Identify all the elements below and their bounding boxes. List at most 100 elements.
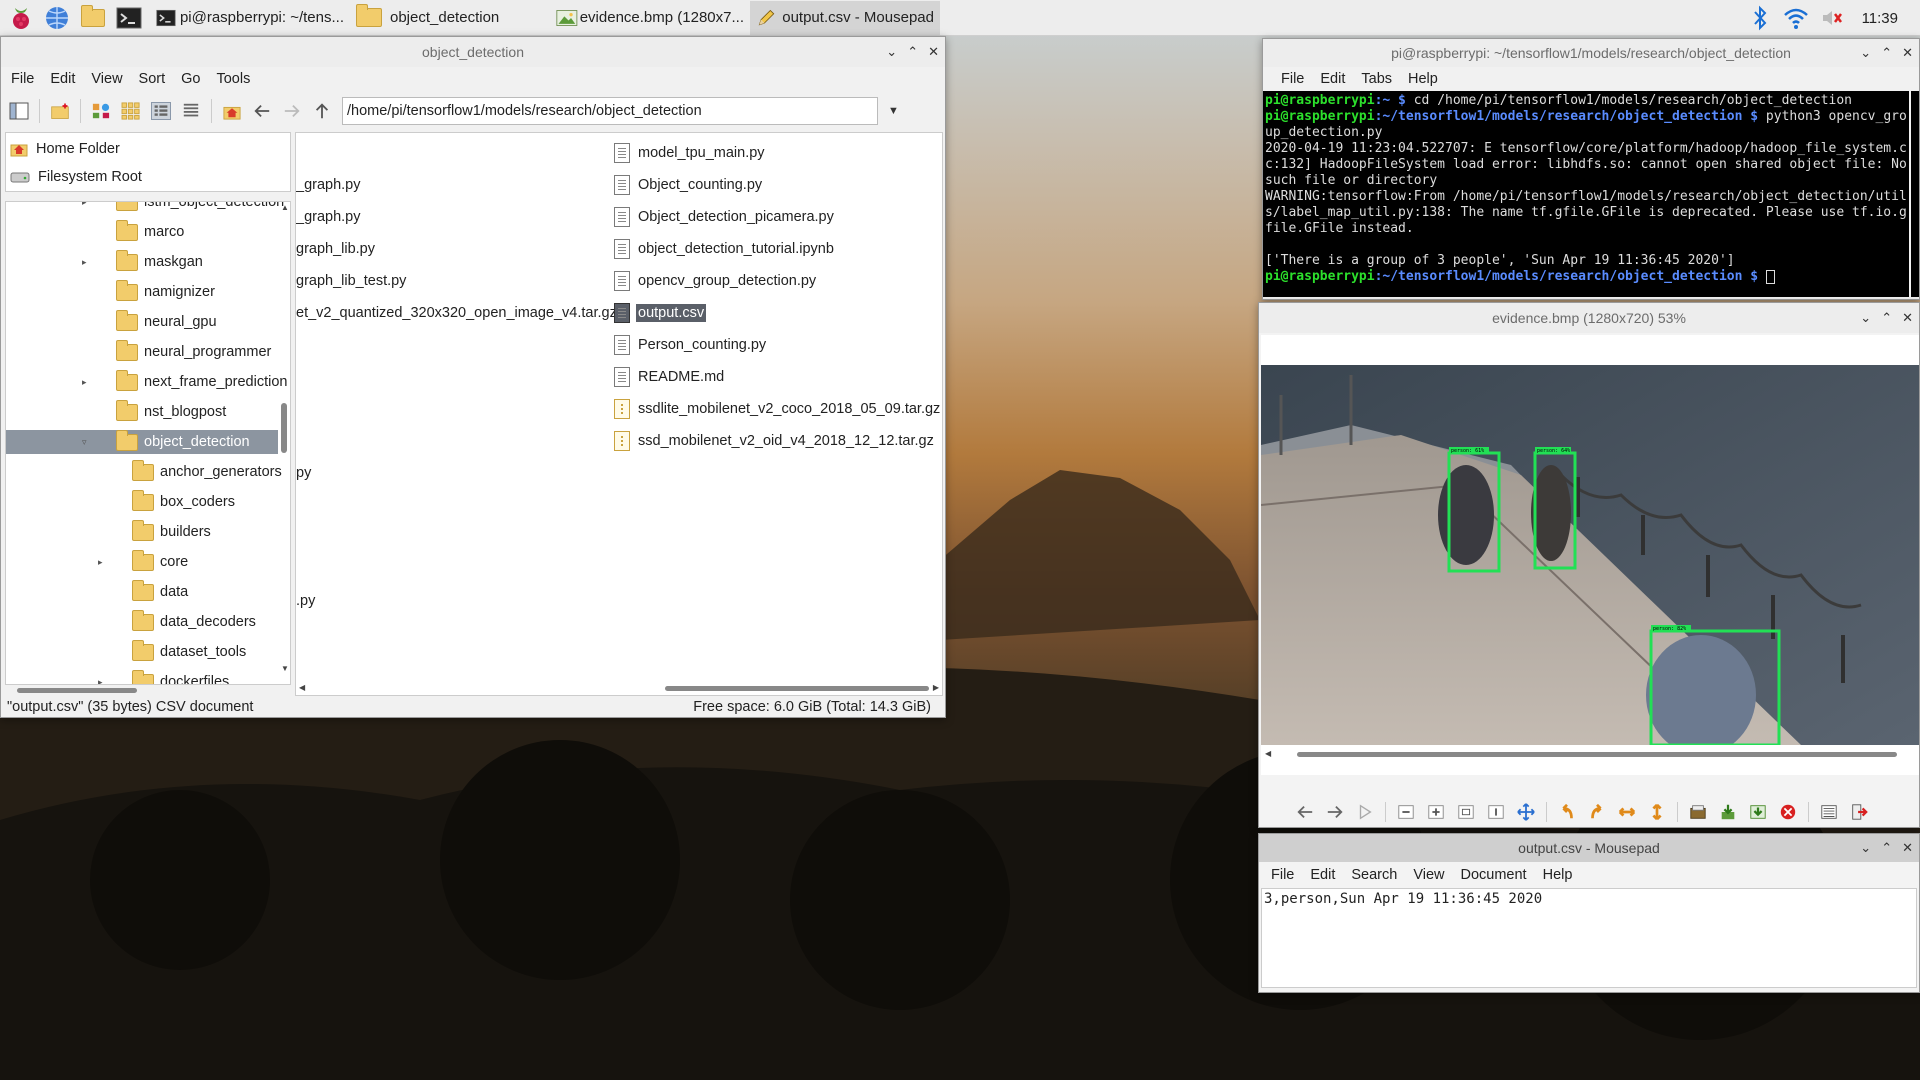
chevron-right-icon[interactable]: ▸ [82, 257, 87, 268]
menu-edit[interactable]: Edit [1312, 71, 1353, 87]
tree-item[interactable]: ▸ maskgan [6, 249, 278, 274]
menu-view[interactable]: View [1405, 867, 1452, 883]
close-icon[interactable]: ✕ [928, 44, 939, 60]
minimize-icon[interactable]: ⌄ [1860, 310, 1871, 326]
image-viewer-titlebar[interactable]: evidence.bmp (1280x720) 53% ⌄ ⌃ ✕ [1259, 303, 1919, 333]
tree-item[interactable]: ▿ object_detection [6, 429, 278, 454]
tree-item[interactable]: marco [6, 219, 278, 244]
file-item[interactable]: README.md [614, 365, 726, 389]
tree-hscrollbar[interactable] [7, 685, 279, 695]
file-item[interactable]: et_v2_quantized_320x320_open_image_v4.ta… [296, 301, 617, 325]
original-size-icon[interactable] [1486, 803, 1506, 821]
tree-item[interactable]: ▸ core [6, 549, 278, 574]
menu-tabs[interactable]: Tabs [1353, 71, 1400, 87]
chevron-right-icon[interactable]: ▸ [82, 377, 87, 388]
tree-item[interactable]: ▸ next_frame_prediction [6, 369, 287, 394]
rotate-left-icon[interactable] [1557, 803, 1577, 821]
minimize-icon[interactable]: ⌄ [1860, 840, 1871, 856]
tree-item[interactable]: namignizer [6, 279, 278, 304]
flip-vertical-icon[interactable] [1647, 803, 1667, 821]
home-icon[interactable] [222, 102, 242, 120]
task-terminal[interactable]: pi@raspberrypi: ~/tens... [150, 1, 350, 35]
chevron-down-icon[interactable]: ▿ [82, 437, 87, 448]
file-item[interactable]: Object_counting.py [614, 173, 764, 197]
text-editor[interactable]: 3,person,Sun Apr 19 11:36:45 2020 [1261, 888, 1917, 988]
exit-icon[interactable] [1849, 803, 1869, 821]
volume-muted-icon[interactable] [1820, 6, 1844, 30]
next-arrow-icon[interactable] [1325, 803, 1345, 821]
files-hscrollbar[interactable]: ◀ ▶ [299, 683, 939, 693]
chevron-right-icon[interactable]: ▸ [98, 557, 103, 568]
place-home-folder[interactable]: Home Folder [6, 135, 290, 163]
previous-arrow-icon[interactable] [1295, 803, 1315, 821]
menu-file[interactable]: File [1273, 71, 1312, 87]
fullscreen-icon[interactable] [1516, 803, 1536, 821]
terminal-output[interactable]: pi@raspberrypi:~ $ cd /home/pi/tensorflo… [1263, 91, 1909, 297]
terminal-launcher-icon[interactable] [114, 4, 144, 32]
file-item[interactable]: Person_counting.py [614, 333, 768, 357]
image-hscrollbar[interactable]: ◀ [1265, 749, 1915, 759]
up-arrow-icon[interactable] [312, 102, 332, 120]
tree-item[interactable]: box_coders [6, 489, 278, 514]
maximize-icon[interactable]: ⌃ [907, 44, 918, 60]
sidepane-toggle-icon[interactable] [9, 102, 29, 120]
file-item[interactable]: graph_lib_test.py [296, 269, 406, 293]
tree-item[interactable]: ▸ lstm_object_detection [6, 202, 284, 214]
file-item[interactable]: output.csv [614, 301, 707, 325]
maximize-icon[interactable]: ⌃ [1881, 840, 1892, 856]
save-file-icon[interactable] [1718, 803, 1738, 821]
tree-item[interactable]: nst_blogpost [6, 399, 278, 424]
menu-go[interactable]: Go [173, 71, 208, 87]
thumbnail-view-icon[interactable] [121, 102, 141, 120]
terminal-scrollbar[interactable] [1911, 91, 1919, 297]
file-item[interactable]: .py [296, 589, 315, 613]
file-item[interactable]: model_tpu_main.py [614, 141, 767, 165]
open-file-icon[interactable] [1688, 803, 1708, 821]
forward-arrow-icon[interactable] [282, 102, 302, 120]
fit-window-icon[interactable] [1456, 803, 1476, 821]
play-icon[interactable] [1355, 803, 1375, 821]
menu-help[interactable]: Help [1535, 867, 1581, 883]
bluetooth-icon[interactable] [1750, 5, 1770, 31]
maximize-icon[interactable]: ⌃ [1881, 310, 1892, 326]
file-item[interactable]: ssdlite_mobilenet_v2_coco_2018_05_09.tar… [614, 397, 942, 421]
tree-scroll-thumb[interactable] [281, 403, 287, 453]
back-arrow-icon[interactable] [252, 102, 272, 120]
menu-edit[interactable]: Edit [1302, 867, 1343, 883]
minimize-icon[interactable]: ⌄ [1860, 45, 1871, 61]
menu-file[interactable]: File [1263, 867, 1302, 883]
file-item[interactable]: _graph.py [296, 173, 361, 197]
tree-item[interactable]: data [6, 579, 278, 604]
close-icon[interactable]: ✕ [1902, 45, 1913, 61]
task-file-manager[interactable]: object_detection [350, 1, 550, 35]
rotate-right-icon[interactable] [1587, 803, 1607, 821]
close-icon[interactable]: ✕ [1902, 840, 1913, 856]
chevron-right-icon[interactable]: ▸ [98, 677, 103, 685]
file-item[interactable]: _graph.py [296, 205, 361, 229]
files-scroll-thumb[interactable] [665, 686, 929, 691]
close-icon[interactable]: ✕ [1902, 310, 1913, 326]
maximize-icon[interactable]: ⌃ [1881, 45, 1892, 61]
path-dropdown-icon[interactable]: ▼ [888, 105, 899, 117]
path-input[interactable]: /home/pi/tensorflow1/models/research/obj… [347, 103, 702, 119]
task-mousepad[interactable]: output.csv - Mousepad [750, 0, 940, 35]
menu-view[interactable]: View [83, 71, 130, 87]
menu-help[interactable]: Help [1400, 71, 1446, 87]
tree-item[interactable]: neural_gpu [6, 309, 278, 334]
file-item[interactable]: opencv_group_detection.py [614, 269, 818, 293]
save-as-icon[interactable] [1748, 803, 1768, 821]
tree-item[interactable]: neural_programmer [6, 339, 278, 364]
mousepad-titlebar[interactable]: output.csv - Mousepad ⌄ ⌃ ✕ [1259, 834, 1919, 862]
file-manager-launcher-icon[interactable] [78, 4, 108, 32]
zoom-in-icon[interactable] [1426, 803, 1446, 821]
list-view-icon[interactable] [181, 102, 201, 120]
menu-tools[interactable]: Tools [208, 71, 258, 87]
browser-icon[interactable] [42, 4, 72, 32]
flip-horizontal-icon[interactable] [1617, 803, 1637, 821]
tree-item[interactable]: dataset_tools [6, 639, 278, 664]
raspberry-menu-icon[interactable] [6, 4, 36, 32]
terminal-titlebar[interactable]: pi@raspberrypi: ~/tensorflow1/models/res… [1263, 39, 1919, 67]
file-manager-titlebar[interactable]: object_detection ⌄ ⌃ ✕ [1, 37, 945, 67]
file-item[interactable]: graph_lib.py [296, 237, 375, 261]
task-image-viewer[interactable]: evidence.bmp (1280x7... [550, 1, 750, 35]
